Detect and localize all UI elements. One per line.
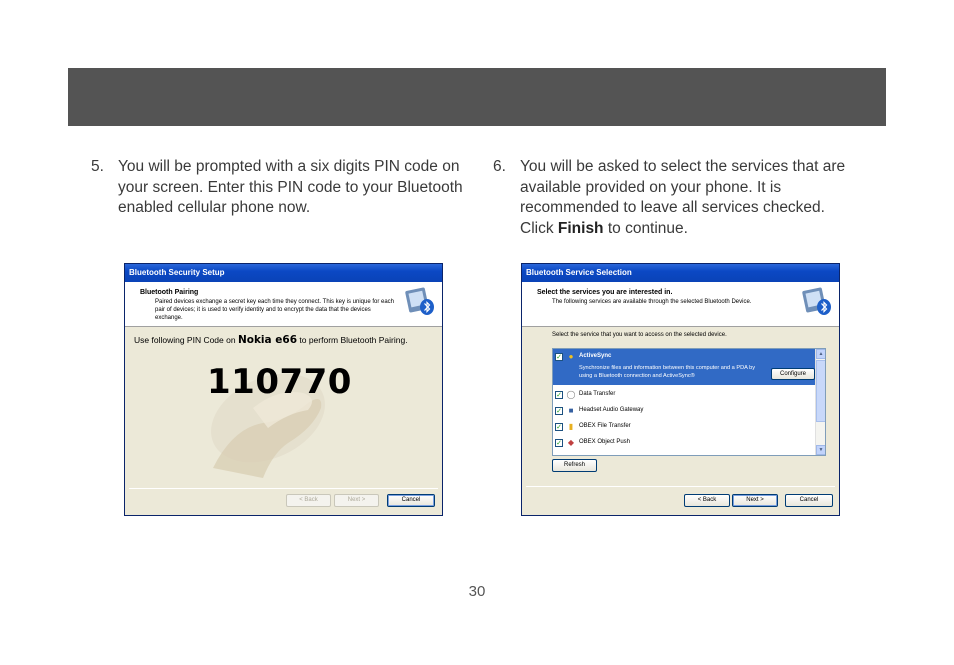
service-description: Synchronize files and information betwee… <box>579 365 755 379</box>
headset-audio-gateway-checkbox[interactable]: ✓ <box>555 407 563 415</box>
dialog-titlebar: Bluetooth Service Selection <box>522 264 839 282</box>
scroll-down-icon[interactable]: ▼ <box>816 445 825 455</box>
data-transfer-icon: ◯ <box>566 390 576 399</box>
cancel-button[interactable]: Cancel <box>785 494 833 507</box>
step-6-text: You will be asked to select the services… <box>520 157 853 239</box>
footer-separator <box>129 488 438 489</box>
dialog-titlebar: Bluetooth Security Setup <box>125 264 442 282</box>
step-5-text: You will be prompted with a six digits P… <box>118 158 463 216</box>
service-name: Headset Audio Gateway <box>579 407 644 413</box>
pin-prompt-after: to perform Bluetooth Pairing. <box>297 335 408 345</box>
pin-area: Use following PIN Code on Nokia e66 to p… <box>125 328 442 486</box>
service-item-activesync[interactable]: ✓ ● ActiveSync Synchronize files and inf… <box>553 349 817 385</box>
back-button[interactable]: < Back <box>286 494 331 507</box>
obex-file-transfer-checkbox[interactable]: ✓ <box>555 423 563 431</box>
step-6-text-after: to continue. <box>603 219 688 237</box>
activesync-icon: ● <box>568 352 574 361</box>
headset-icon: ■ <box>568 406 574 415</box>
next-button[interactable]: Next > <box>732 494 778 507</box>
pin-instruction: Use following PIN Code on Nokia e66 to p… <box>134 334 434 346</box>
page-number: 30 <box>468 583 486 600</box>
footer-separator <box>526 486 835 487</box>
data-transfer-checkbox[interactable]: ✓ <box>555 391 563 399</box>
section-description: The following services are available thr… <box>552 299 752 305</box>
service-item-headset-audio-gateway[interactable]: ✓ ■ Headset Audio Gateway <box>553 403 817 419</box>
service-item-obex-file-transfer[interactable]: ✓ ▮ OBEX File Transfer <box>553 419 817 435</box>
service-name: OBEX File Transfer <box>579 423 631 429</box>
step-6-number: 6. <box>493 158 506 175</box>
back-button[interactable]: < Back <box>684 494 730 507</box>
service-list-scrollbar[interactable]: ▲ ▼ <box>815 349 825 455</box>
pin-code: 110770 <box>207 362 352 402</box>
section-title: Bluetooth Pairing <box>140 289 199 296</box>
section-title: Select the services you are interested i… <box>537 289 673 296</box>
refresh-button[interactable]: Refresh <box>552 459 597 472</box>
dialog-header-panel: Select the services you are interested i… <box>522 282 839 327</box>
activesync-checkbox[interactable]: ✓ <box>555 353 563 361</box>
bluetooth-service-selection-dialog: Bluetooth Service Selection Select the s… <box>521 263 840 516</box>
service-item-data-transfer[interactable]: ✓ ◯ Data Transfer <box>553 387 817 403</box>
step-6-finish-bold: Finish <box>557 219 604 237</box>
configure-button[interactable]: Configure <box>771 368 815 380</box>
folder-icon: ▮ <box>568 422 574 431</box>
service-name: Data Transfer <box>579 391 616 397</box>
scroll-up-icon[interactable]: ▲ <box>816 349 825 359</box>
service-list[interactable]: ✓ ● ActiveSync Synchronize files and inf… <box>552 348 826 456</box>
service-name: ActiveSync <box>579 353 612 359</box>
service-item-obex-object-push[interactable]: ✓ ◆ OBEX Object Push <box>553 435 817 451</box>
bluetooth-security-setup-dialog: Bluetooth Security Setup Bluetooth Pairi… <box>124 263 443 516</box>
scroll-thumb[interactable] <box>816 360 825 422</box>
service-instruction: Select the service that you want to acce… <box>552 332 727 338</box>
next-button[interactable]: Next > <box>334 494 379 507</box>
bluetooth-device-icon <box>405 287 434 315</box>
header-bar <box>68 68 886 126</box>
obex-object-push-checkbox[interactable]: ✓ <box>555 439 563 447</box>
section-description: Paired devices exchange a secret key eac… <box>155 299 395 321</box>
service-name: OBEX Object Push <box>579 439 631 445</box>
dialog-header-panel: Bluetooth Pairing Paired devices exchang… <box>125 282 442 327</box>
device-name: Nokia e66 <box>237 334 298 346</box>
bluetooth-device-icon <box>802 287 831 315</box>
cancel-button[interactable]: Cancel <box>387 494 435 507</box>
pin-prompt-before: Use following PIN Code on <box>134 335 238 345</box>
step-5-number: 5. <box>91 158 104 175</box>
object-push-icon: ◆ <box>567 438 575 447</box>
